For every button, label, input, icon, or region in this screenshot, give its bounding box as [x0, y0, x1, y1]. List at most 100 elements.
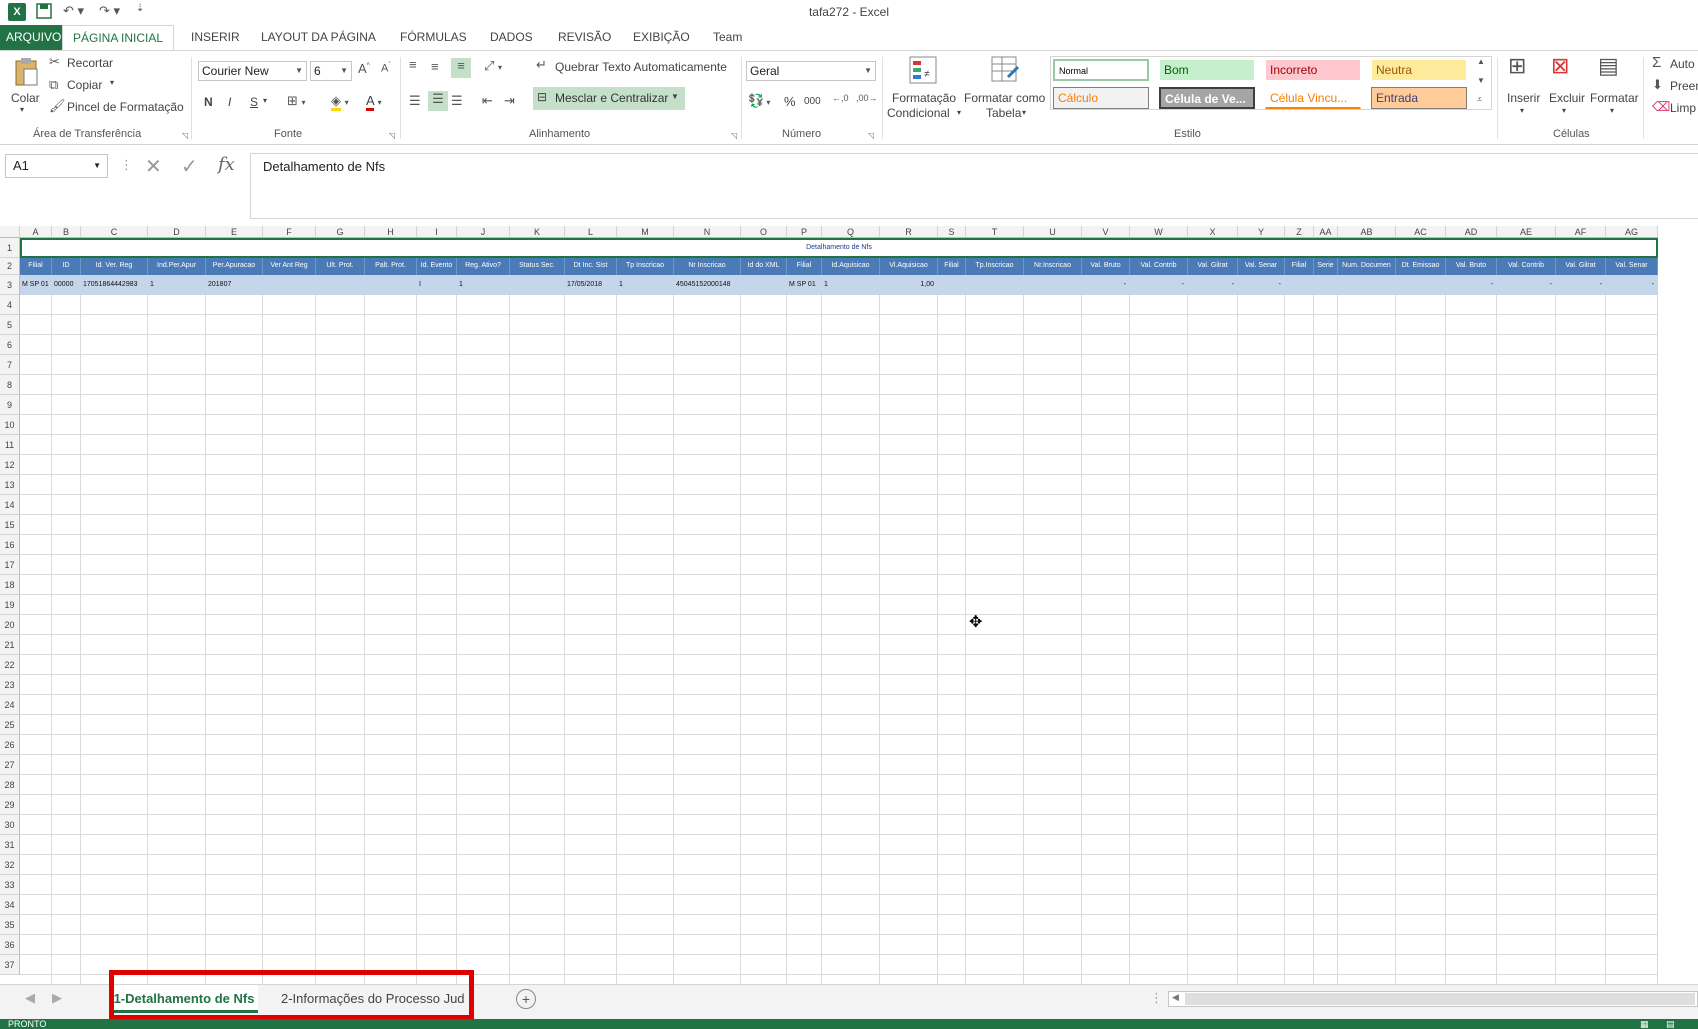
header-cell[interactable]: Id do XML	[741, 258, 787, 275]
row-header-32[interactable]: 32	[0, 855, 20, 875]
row-header-11[interactable]: 11	[0, 435, 20, 455]
name-box[interactable]: A1 ▼	[5, 154, 108, 178]
data-cell[interactable]: 1,00	[880, 275, 938, 295]
row-header-12[interactable]: 12	[0, 455, 20, 475]
scroll-left-icon[interactable]: ◀	[1172, 992, 1179, 1003]
header-cell[interactable]: Palt. Prot.	[365, 258, 417, 275]
font-name-combo[interactable]: Courier New ▼	[198, 61, 307, 81]
row-header-28[interactable]: 28	[0, 775, 20, 795]
row-header-2[interactable]: 2	[0, 258, 20, 275]
header-cell[interactable]: Filial	[938, 258, 966, 275]
row-header-18[interactable]: 18	[0, 575, 20, 595]
data-cell[interactable]	[938, 275, 966, 295]
row-header-35[interactable]: 35	[0, 915, 20, 935]
column-header-c[interactable]: C	[81, 226, 148, 238]
column-header-r[interactable]: R	[880, 226, 938, 238]
align-middle-icon[interactable]: ≡	[431, 59, 439, 74]
data-cell[interactable]: 17051864442983	[81, 275, 148, 295]
column-header-b[interactable]: B	[52, 226, 81, 238]
align-bottom-icon[interactable]: ≡	[451, 58, 471, 78]
column-header-a[interactable]: A	[20, 226, 52, 238]
header-cell[interactable]: Ult. Prot.	[316, 258, 365, 275]
column-header-af[interactable]: AF	[1556, 226, 1606, 238]
paste-button[interactable]: Colar	[11, 91, 40, 105]
format-table-button[interactable]: Formatar como	[964, 91, 1045, 105]
data-cell[interactable]: -	[1188, 275, 1238, 295]
font-dialog-icon[interactable]: ◹	[389, 131, 395, 140]
wrap-text-button[interactable]: Quebrar Texto Automaticamente	[555, 60, 727, 74]
row-header-29[interactable]: 29	[0, 795, 20, 815]
normal-view-icon[interactable]: ▦	[1640, 1019, 1649, 1029]
header-cell[interactable]: Vl.Aquisicao	[880, 258, 938, 275]
autosum-button[interactable]: Auto	[1670, 57, 1695, 71]
tab-inserir[interactable]: INSERIR	[181, 25, 250, 50]
align-left-icon[interactable]: ☰	[409, 93, 421, 109]
clear-button[interactable]: Limp	[1670, 101, 1696, 115]
style-normal[interactable]: Normal	[1053, 59, 1149, 81]
header-cell[interactable]: Ind.Per.Apur	[148, 258, 206, 275]
column-header-o[interactable]: O	[741, 226, 787, 238]
header-cell[interactable]: Reg. Ativo?	[457, 258, 510, 275]
column-header-v[interactable]: V	[1082, 226, 1130, 238]
borders-icon[interactable]: ⊞ ▾	[287, 93, 306, 109]
row-header-33[interactable]: 33	[0, 875, 20, 895]
row-header-19[interactable]: 19	[0, 595, 20, 615]
align-right-icon[interactable]: ☰	[451, 93, 463, 109]
style-linked-cell[interactable]: Célula Vincu...	[1265, 87, 1361, 109]
fill-button[interactable]: Preen	[1670, 79, 1698, 93]
header-cell[interactable]: Val. Gilrat	[1556, 258, 1606, 275]
header-cell[interactable]: Serie	[1314, 258, 1338, 275]
orientation-icon[interactable]: ⤢ ▾	[484, 58, 502, 74]
row-header-30[interactable]: 30	[0, 815, 20, 835]
header-cell[interactable]: ID	[52, 258, 81, 275]
data-cell[interactable]	[966, 275, 1024, 295]
column-header-x[interactable]: X	[1188, 226, 1238, 238]
data-cell[interactable]: -	[1556, 275, 1606, 295]
data-cell[interactable]	[1338, 275, 1396, 295]
format-cells-button[interactable]: Formatar	[1590, 91, 1639, 105]
thousands-button[interactable]: 000	[804, 96, 821, 107]
header-cell[interactable]: Num. Documen	[1338, 258, 1396, 275]
data-cell[interactable]	[1024, 275, 1082, 295]
data-cell[interactable]: 201807	[206, 275, 263, 295]
column-header-t[interactable]: T	[966, 226, 1024, 238]
column-header-e[interactable]: E	[206, 226, 263, 238]
row-header-5[interactable]: 5	[0, 315, 20, 335]
data-cell[interactable]: -	[1082, 275, 1130, 295]
tab-revisao[interactable]: REVISÃO	[548, 25, 621, 50]
style-bad[interactable]: Incorreto	[1265, 59, 1361, 81]
tab-dados[interactable]: DADOS	[480, 25, 543, 50]
header-cell[interactable]: Dt Inc. Sist	[565, 258, 617, 275]
row-header-14[interactable]: 14	[0, 495, 20, 515]
delete-cells-button[interactable]: Excluir	[1549, 91, 1585, 105]
header-cell[interactable]: Tp Inscricao	[617, 258, 674, 275]
data-cell[interactable]: -	[1238, 275, 1285, 295]
tab-team[interactable]: Team	[703, 25, 752, 50]
column-header-h[interactable]: H	[365, 226, 417, 238]
alignment-dialog-icon[interactable]: ◹	[731, 131, 737, 140]
data-cell[interactable]: I	[417, 275, 457, 295]
clipboard-dialog-icon[interactable]: ◹	[182, 131, 188, 140]
row-header-34[interactable]: 34	[0, 895, 20, 915]
column-header-f[interactable]: F	[263, 226, 316, 238]
data-cell[interactable]: M SP 01	[787, 275, 822, 295]
tab-pagina-inicial[interactable]: PÁGINA INICIAL	[62, 25, 175, 50]
splitter-icon[interactable]: ⋮	[1150, 990, 1163, 1006]
font-size-combo[interactable]: 6 ▼	[310, 61, 352, 81]
align-top-icon[interactable]: ≡	[409, 57, 417, 72]
insert-function-icon[interactable]: fx	[218, 154, 235, 175]
gallery-up-icon[interactable]: ▲	[1477, 57, 1485, 66]
column-header-ae[interactable]: AE	[1497, 226, 1556, 238]
column-header-ag[interactable]: AG	[1606, 226, 1658, 238]
tab-layout[interactable]: LAYOUT DA PÁGINA	[251, 25, 386, 50]
decrease-decimal-icon[interactable]: ,00→	[856, 93, 878, 103]
row-header-4[interactable]: 4	[0, 295, 20, 315]
row-header-20[interactable]: 20	[0, 615, 20, 635]
shrink-font-icon[interactable]: Aˇ	[381, 62, 391, 75]
column-header-n[interactable]: N	[674, 226, 741, 238]
paste-dropdown-icon[interactable]: ▾	[20, 105, 24, 114]
tab-arquivo[interactable]: ARQUIVO	[0, 25, 68, 50]
select-all-corner[interactable]	[0, 226, 20, 238]
data-cell[interactable]	[263, 275, 316, 295]
data-cell[interactable]: 1	[822, 275, 880, 295]
